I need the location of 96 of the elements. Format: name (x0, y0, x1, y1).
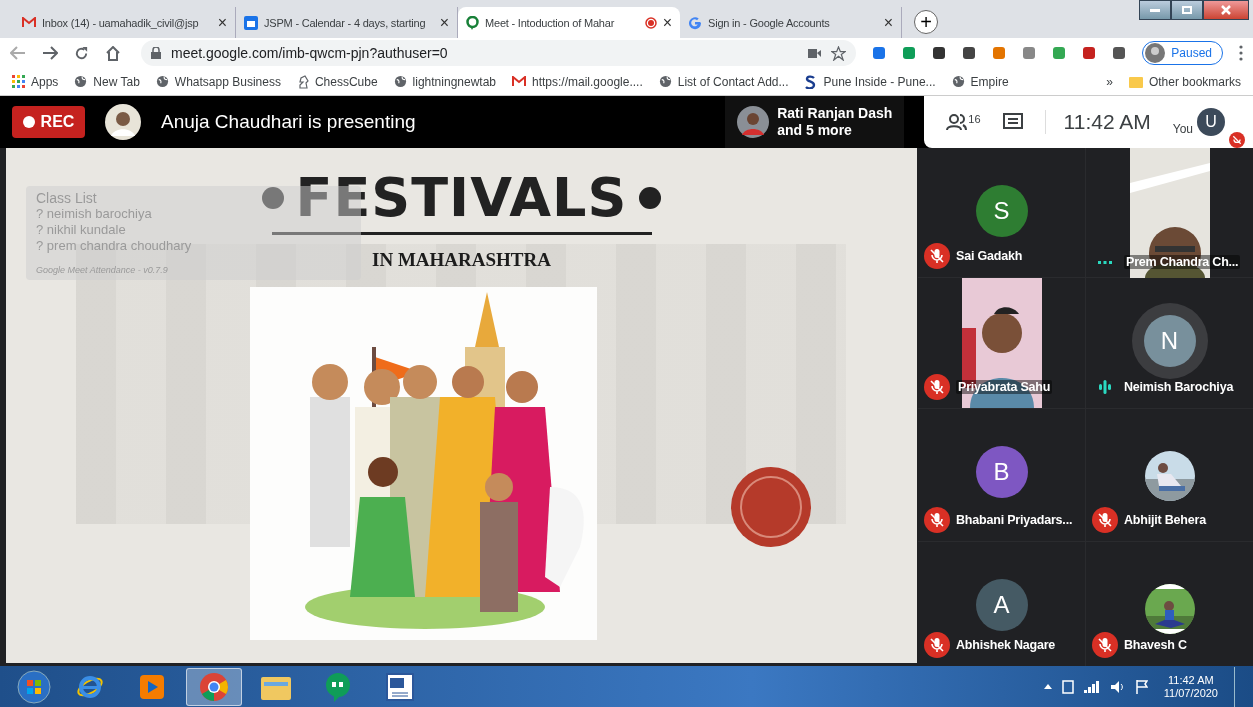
bookmark[interactable]: Apps (12, 74, 59, 89)
bookmark[interactable]: lightningnewtab (393, 74, 496, 89)
you-label: You (1172, 122, 1193, 136)
more-bookmarks-button[interactable]: » (1106, 74, 1113, 89)
taskbar-time: 11:42 AM (1168, 673, 1214, 687)
attendee-name: ? neimish barochiya (36, 206, 152, 222)
mail-icon (22, 17, 36, 28)
close-tab-button[interactable]: × (883, 13, 893, 32)
speaker-avatar (737, 106, 770, 138)
participant-name: Sai Gadakh (956, 249, 1023, 263)
bullet-dot (639, 187, 662, 209)
browser-tab[interactable]: Sign in - Google Accounts × (680, 7, 902, 38)
bookmark[interactable]: New Tab (74, 74, 140, 89)
close-tab-button[interactable]: × (439, 13, 449, 32)
s-logo-icon (804, 74, 818, 89)
chrome-icon[interactable] (199, 671, 229, 702)
lock-icon (151, 47, 161, 59)
close-tab-button[interactable]: × (217, 13, 227, 32)
minimize-icon (1150, 8, 1160, 12)
g-letter-icon (688, 15, 702, 30)
record-dot-icon (22, 116, 35, 128)
speaker-icon[interactable] (1109, 679, 1126, 694)
menu-icon[interactable] (1239, 45, 1243, 61)
document-icon[interactable] (385, 672, 415, 701)
participant-name: Bhavesh C (1124, 638, 1187, 652)
extension-icon[interactable] (1082, 46, 1097, 60)
people-icon (946, 113, 969, 131)
mail-icon (512, 76, 526, 87)
close-icon (1221, 5, 1231, 15)
browser-tab[interactable]: JSPM - Calendar - 4 days, starting × (236, 7, 458, 38)
bookmark[interactable]: Empire (951, 74, 1009, 89)
bookmark[interactable]: ChessCube (296, 74, 378, 89)
chat-icon[interactable] (1002, 113, 1023, 131)
bookmark[interactable]: List of Contact Add... (658, 74, 789, 89)
reload-icon[interactable] (74, 45, 89, 61)
globe-icon (951, 75, 965, 88)
user-avatar: U (1197, 108, 1225, 136)
bullet-dot (261, 187, 284, 209)
tray-arrow-icon[interactable] (1043, 684, 1052, 689)
calendar-icon (244, 15, 258, 30)
taskbar-clock[interactable]: 11:42 AM 11/07/2020 (1163, 673, 1218, 700)
panel-title: Class List (36, 190, 97, 206)
slide-subtitle: IN MAHARASHTRA (372, 249, 551, 271)
speaker-more: and 5 more (777, 122, 853, 139)
globe-icon (155, 75, 169, 88)
presenting-label: Anuja Chaudhari is presenting (161, 111, 417, 133)
bookmark[interactable]: Whatsapp Business (155, 74, 281, 89)
participant-name: Bhabani Priyadars... (956, 513, 1073, 527)
knight-icon (296, 74, 309, 89)
participant-name: Abhijit Behera (1124, 513, 1206, 527)
device-icon[interactable] (1061, 679, 1074, 694)
address-bar[interactable]: meet.google.com/imb-qwcm-pjn?authuser=0 (141, 40, 857, 66)
close-tab-button[interactable]: × (662, 13, 672, 32)
clock-time: 11:42 AM (1044, 110, 1151, 134)
attendee-name: ? nikhil kundale (36, 222, 126, 238)
participant-name: Abhishek Nagare (956, 638, 1056, 652)
minimize-button[interactable] (1139, 0, 1171, 20)
flag-icon[interactable] (1135, 679, 1148, 694)
browser-tab[interactable]: Meet - Intoduction of Mahar × (458, 7, 680, 38)
avatar-icon (1145, 43, 1166, 63)
chat-quote-icon[interactable] (324, 671, 352, 702)
globe-icon (658, 75, 672, 88)
globe-icon (74, 75, 88, 88)
signal-icon[interactable] (1083, 680, 1100, 693)
extension-icon[interactable] (1112, 46, 1127, 60)
avatar: S (975, 185, 1028, 237)
rec-label: REC (40, 113, 75, 131)
taskbar-date: 11/07/2020 (1163, 686, 1218, 700)
chat-bubble-icon (466, 15, 479, 30)
forward-icon[interactable] (42, 46, 58, 60)
avatar: B (975, 446, 1028, 498)
star-icon[interactable] (831, 45, 847, 61)
attendee-name: ? prem chandra choudhary (36, 238, 192, 254)
bookmark[interactable]: https://mail.google.... (512, 74, 643, 89)
avatar: A (975, 579, 1028, 631)
other-bookmarks[interactable]: Other bookmarks (1128, 74, 1241, 89)
taskbar-button[interactable] (186, 667, 242, 706)
media-player-icon[interactable] (140, 674, 164, 699)
people-button[interactable]: 16 (946, 113, 981, 131)
new-tab-button[interactable]: + (914, 10, 938, 34)
folder-icon (1128, 75, 1143, 88)
bookmark[interactable]: Pune Inside - Pune... (804, 74, 936, 89)
extension-icon[interactable] (932, 46, 947, 60)
camera-icon[interactable] (808, 48, 822, 58)
maximize-icon (1182, 6, 1192, 14)
browser-tab[interactable]: Inbox (14) - uamahadik_civil@jsp × (14, 7, 236, 38)
slide-title: FESTIVALS (295, 170, 628, 226)
home-icon[interactable] (105, 45, 121, 61)
presenter-avatar (105, 104, 141, 140)
speaker-name: Rati Ranjan Dash (777, 105, 893, 122)
globe-icon (393, 75, 407, 88)
apps-grid-icon (12, 75, 25, 88)
close-window-button[interactable] (1203, 0, 1249, 20)
extension-icon[interactable] (962, 46, 977, 60)
maximize-button[interactable] (1171, 0, 1203, 20)
participant-name: Neimish Barochiya (1124, 380, 1234, 394)
